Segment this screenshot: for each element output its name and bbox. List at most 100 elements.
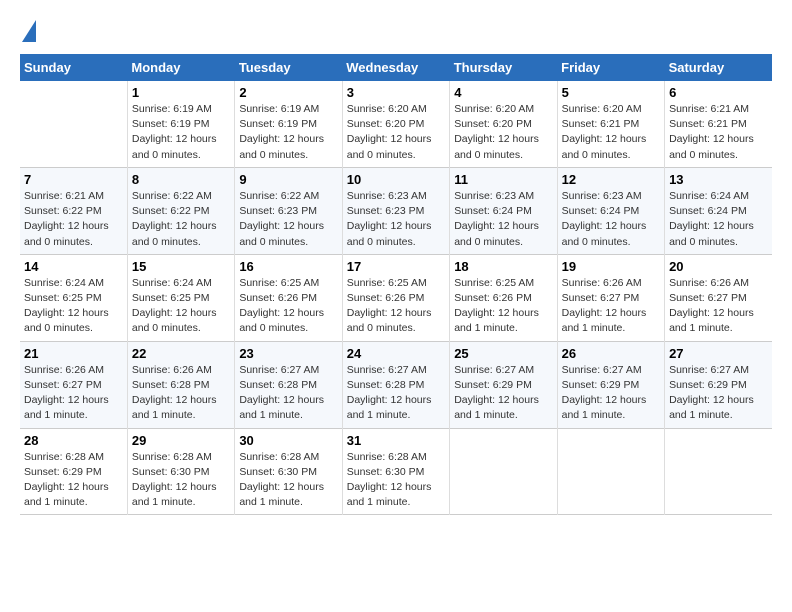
day-info: Sunrise: 6:28 AMSunset: 6:30 PMDaylight:… bbox=[132, 451, 217, 509]
calendar-cell bbox=[665, 428, 772, 515]
day-number: 25 bbox=[454, 346, 552, 361]
day-number: 5 bbox=[562, 85, 660, 100]
day-number: 12 bbox=[562, 172, 660, 187]
calendar-cell: 19 Sunrise: 6:26 AMSunset: 6:27 PMDayligh… bbox=[557, 254, 664, 341]
day-number: 19 bbox=[562, 259, 660, 274]
day-info: Sunrise: 6:23 AMSunset: 6:24 PMDaylight:… bbox=[562, 190, 647, 248]
calendar-cell: 4 Sunrise: 6:20 AMSunset: 6:20 PMDaylight… bbox=[450, 81, 557, 167]
calendar-cell: 21Sunrise: 6:26 AMSunset: 6:27 PMDayligh… bbox=[20, 341, 127, 428]
calendar-week-row: 14 Sunrise: 6:24 AMSunset: 6:25 PMDayligh… bbox=[20, 254, 772, 341]
day-info: Sunrise: 6:28 AMSunset: 6:29 PMDaylight:… bbox=[24, 451, 109, 509]
day-number: 6 bbox=[669, 85, 768, 100]
day-number: 20 bbox=[669, 259, 768, 274]
day-number: 13 bbox=[669, 172, 768, 187]
day-info: Sunrise: 6:21 AMSunset: 6:21 PMDaylight:… bbox=[669, 103, 754, 161]
calendar-week-row: 21Sunrise: 6:26 AMSunset: 6:27 PMDayligh… bbox=[20, 341, 772, 428]
day-info: Sunrise: 6:27 AMSunset: 6:29 PMDaylight:… bbox=[669, 364, 754, 422]
day-number: 1 bbox=[132, 85, 230, 100]
day-number: 22 bbox=[132, 346, 230, 361]
day-number: 3 bbox=[347, 85, 445, 100]
calendar-cell: 27 Sunrise: 6:27 AMSunset: 6:29 PMDayligh… bbox=[665, 341, 772, 428]
day-info: Sunrise: 6:25 AMSunset: 6:26 PMDaylight:… bbox=[347, 277, 432, 335]
day-number: 30 bbox=[239, 433, 337, 448]
day-info: Sunrise: 6:26 AMSunset: 6:28 PMDaylight:… bbox=[132, 364, 217, 422]
day-number: 11 bbox=[454, 172, 552, 187]
day-info: Sunrise: 6:27 AMSunset: 6:28 PMDaylight:… bbox=[347, 364, 432, 422]
calendar-cell: 16 Sunrise: 6:25 AMSunset: 6:26 PMDayligh… bbox=[235, 254, 342, 341]
day-info: Sunrise: 6:20 AMSunset: 6:21 PMDaylight:… bbox=[562, 103, 647, 161]
day-number: 31 bbox=[347, 433, 445, 448]
day-number: 7 bbox=[24, 172, 123, 187]
day-number: 27 bbox=[669, 346, 768, 361]
day-info: Sunrise: 6:22 AMSunset: 6:22 PMDaylight:… bbox=[132, 190, 217, 248]
day-info: Sunrise: 6:19 AMSunset: 6:19 PMDaylight:… bbox=[239, 103, 324, 161]
calendar-cell: 29 Sunrise: 6:28 AMSunset: 6:30 PMDayligh… bbox=[127, 428, 234, 515]
calendar-cell: 30 Sunrise: 6:28 AMSunset: 6:30 PMDayligh… bbox=[235, 428, 342, 515]
header-wednesday: Wednesday bbox=[342, 54, 449, 81]
day-info: Sunrise: 6:27 AMSunset: 6:29 PMDaylight:… bbox=[562, 364, 647, 422]
day-info: Sunrise: 6:24 AMSunset: 6:25 PMDaylight:… bbox=[132, 277, 217, 335]
calendar-cell: 26 Sunrise: 6:27 AMSunset: 6:29 PMDayligh… bbox=[557, 341, 664, 428]
calendar-cell: 17 Sunrise: 6:25 AMSunset: 6:26 PMDayligh… bbox=[342, 254, 449, 341]
day-info: Sunrise: 6:26 AMSunset: 6:27 PMDaylight:… bbox=[562, 277, 647, 335]
day-info: Sunrise: 6:25 AMSunset: 6:26 PMDaylight:… bbox=[239, 277, 324, 335]
calendar-cell: 14 Sunrise: 6:24 AMSunset: 6:25 PMDayligh… bbox=[20, 254, 127, 341]
day-info: Sunrise: 6:28 AMSunset: 6:30 PMDaylight:… bbox=[239, 451, 324, 509]
calendar-cell: 22 Sunrise: 6:26 AMSunset: 6:28 PMDayligh… bbox=[127, 341, 234, 428]
day-number: 21 bbox=[24, 346, 123, 361]
day-info: Sunrise: 6:20 AMSunset: 6:20 PMDaylight:… bbox=[454, 103, 539, 161]
calendar-cell: 25 Sunrise: 6:27 AMSunset: 6:29 PMDayligh… bbox=[450, 341, 557, 428]
logo-triangle-icon bbox=[22, 20, 36, 42]
day-number: 18 bbox=[454, 259, 552, 274]
calendar-cell: 31 Sunrise: 6:28 AMSunset: 6:30 PMDayligh… bbox=[342, 428, 449, 515]
header-monday: Monday bbox=[127, 54, 234, 81]
calendar-cell: 13 Sunrise: 6:24 AMSunset: 6:24 PMDayligh… bbox=[665, 167, 772, 254]
day-number: 4 bbox=[454, 85, 552, 100]
day-info: Sunrise: 6:24 AMSunset: 6:25 PMDaylight:… bbox=[24, 277, 109, 335]
calendar-cell: 15 Sunrise: 6:24 AMSunset: 6:25 PMDayligh… bbox=[127, 254, 234, 341]
logo bbox=[20, 20, 36, 44]
day-number: 29 bbox=[132, 433, 230, 448]
calendar-cell bbox=[557, 428, 664, 515]
calendar-cell: 20 Sunrise: 6:26 AMSunset: 6:27 PMDayligh… bbox=[665, 254, 772, 341]
header-sunday: Sunday bbox=[20, 54, 127, 81]
calendar-cell: 12 Sunrise: 6:23 AMSunset: 6:24 PMDayligh… bbox=[557, 167, 664, 254]
calendar-cell: 23 Sunrise: 6:27 AMSunset: 6:28 PMDayligh… bbox=[235, 341, 342, 428]
calendar-cell: 11 Sunrise: 6:23 AMSunset: 6:24 PMDayligh… bbox=[450, 167, 557, 254]
day-info: Sunrise: 6:24 AMSunset: 6:24 PMDaylight:… bbox=[669, 190, 754, 248]
calendar-cell: 1Sunrise: 6:19 AMSunset: 6:19 PMDaylight… bbox=[127, 81, 234, 167]
day-info: Sunrise: 6:20 AMSunset: 6:20 PMDaylight:… bbox=[347, 103, 432, 161]
calendar-cell: 7Sunrise: 6:21 AMSunset: 6:22 PMDaylight… bbox=[20, 167, 127, 254]
calendar-cell: 10 Sunrise: 6:23 AMSunset: 6:23 PMDayligh… bbox=[342, 167, 449, 254]
day-info: Sunrise: 6:23 AMSunset: 6:23 PMDaylight:… bbox=[347, 190, 432, 248]
day-number: 15 bbox=[132, 259, 230, 274]
day-number: 8 bbox=[132, 172, 230, 187]
day-info: Sunrise: 6:26 AMSunset: 6:27 PMDaylight:… bbox=[669, 277, 754, 335]
day-info: Sunrise: 6:27 AMSunset: 6:29 PMDaylight:… bbox=[454, 364, 539, 422]
calendar-cell: 2 Sunrise: 6:19 AMSunset: 6:19 PMDaylight… bbox=[235, 81, 342, 167]
day-number: 14 bbox=[24, 259, 123, 274]
calendar-cell bbox=[20, 81, 127, 167]
day-number: 2 bbox=[239, 85, 337, 100]
calendar-cell: 6 Sunrise: 6:21 AMSunset: 6:21 PMDaylight… bbox=[665, 81, 772, 167]
calendar-cell: 24Sunrise: 6:27 AMSunset: 6:28 PMDayligh… bbox=[342, 341, 449, 428]
day-info: Sunrise: 6:22 AMSunset: 6:23 PMDaylight:… bbox=[239, 190, 324, 248]
day-info: Sunrise: 6:27 AMSunset: 6:28 PMDaylight:… bbox=[239, 364, 324, 422]
calendar-cell: 28Sunrise: 6:28 AMSunset: 6:29 PMDayligh… bbox=[20, 428, 127, 515]
day-info: Sunrise: 6:25 AMSunset: 6:26 PMDaylight:… bbox=[454, 277, 539, 335]
day-number: 9 bbox=[239, 172, 337, 187]
calendar-cell bbox=[450, 428, 557, 515]
header-saturday: Saturday bbox=[665, 54, 772, 81]
header-friday: Friday bbox=[557, 54, 664, 81]
day-info: Sunrise: 6:28 AMSunset: 6:30 PMDaylight:… bbox=[347, 451, 432, 509]
day-info: Sunrise: 6:23 AMSunset: 6:24 PMDaylight:… bbox=[454, 190, 539, 248]
day-number: 26 bbox=[562, 346, 660, 361]
day-number: 10 bbox=[347, 172, 445, 187]
day-number: 23 bbox=[239, 346, 337, 361]
header-tuesday: Tuesday bbox=[235, 54, 342, 81]
calendar-week-row: 7Sunrise: 6:21 AMSunset: 6:22 PMDaylight… bbox=[20, 167, 772, 254]
calendar-cell: 3 Sunrise: 6:20 AMSunset: 6:20 PMDaylight… bbox=[342, 81, 449, 167]
calendar-cell: 9 Sunrise: 6:22 AMSunset: 6:23 PMDaylight… bbox=[235, 167, 342, 254]
day-number: 16 bbox=[239, 259, 337, 274]
day-number: 17 bbox=[347, 259, 445, 274]
